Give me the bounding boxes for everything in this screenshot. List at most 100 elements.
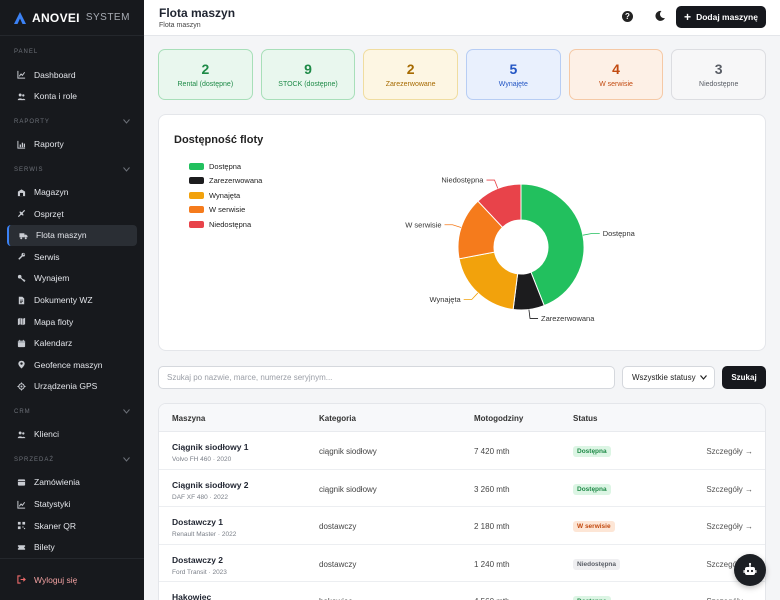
breadcrumb[interactable]: Flota maszyn bbox=[159, 22, 201, 29]
search-button[interactable]: Szukaj bbox=[722, 366, 766, 389]
stat-value: 5 bbox=[509, 61, 518, 77]
legend-item[interactable]: Zarezerwowana bbox=[189, 174, 262, 189]
sidebar-item-osprzęt[interactable]: Osprzęt bbox=[7, 203, 137, 224]
details-link[interactable]: Szczegóły → bbox=[706, 447, 753, 456]
table-row[interactable]: Dostawczy 2 Ford Transit · 2023 dostawczy 1… bbox=[159, 545, 765, 582]
legend-swatch bbox=[189, 162, 204, 170]
stat-card[interactable]: 4 W serwisie bbox=[568, 49, 664, 100]
legend-label: W serwisie bbox=[209, 205, 246, 215]
sidebar-item-label: Raporty bbox=[34, 139, 64, 150]
logout-button[interactable]: Wyloguj się bbox=[7, 569, 137, 590]
sidebar-section-label[interactable]: SERWIS bbox=[0, 163, 144, 177]
legend-item[interactable]: W serwisie bbox=[189, 203, 262, 218]
sidebar-item-dokumenty-wz[interactable]: Dokumenty WZ bbox=[7, 290, 137, 311]
table-row[interactable]: Ciągnik siodłowy 2 DAF XF 480 · 2022 ciągn… bbox=[159, 470, 765, 507]
stat-card[interactable]: 3 Niedostępne bbox=[671, 49, 767, 100]
status-filter-select[interactable]: Wszystkie statusy bbox=[622, 366, 715, 389]
legend-item[interactable]: Niedostępna bbox=[189, 217, 262, 232]
sidebar-item-klienci[interactable]: Klienci bbox=[7, 424, 137, 445]
geofence-icon bbox=[17, 360, 26, 369]
sidebar-item-mapa-floty[interactable]: Mapa floty bbox=[7, 311, 137, 332]
help-icon[interactable]: ? bbox=[622, 11, 633, 22]
brand[interactable]: ANOVEI SYSTEM bbox=[0, 0, 144, 36]
table-row[interactable]: Ciągnik siodłowy 1 Volvo FH 460 · 2020 cią… bbox=[159, 432, 765, 470]
pie-leader-line bbox=[486, 179, 499, 189]
machine-hours: 1 240 mth bbox=[474, 559, 510, 569]
details-link[interactable]: Szczegóły → bbox=[706, 485, 753, 494]
section-label-text: SERWIS bbox=[14, 166, 44, 173]
sidebar-section-label[interactable]: CRM bbox=[0, 405, 144, 419]
machine-hours: 3 260 mth bbox=[474, 484, 510, 494]
machine-name: Ciągnik siodłowy 1 bbox=[172, 442, 249, 452]
status-badge: Dostępna bbox=[573, 446, 611, 457]
legend-item[interactable]: Wynajęta bbox=[189, 188, 262, 203]
table-body: Ciągnik siodłowy 1 Volvo FH 460 · 2020 cią… bbox=[159, 432, 765, 600]
pie-leader-line bbox=[444, 224, 462, 228]
moon-icon[interactable] bbox=[654, 10, 666, 22]
sidebar-section-label[interactable]: SPRZEDAŻ bbox=[0, 453, 144, 467]
assistant-bot-button[interactable] bbox=[734, 554, 766, 586]
sidebar-item-statystyki[interactable]: Statystyki bbox=[7, 494, 137, 515]
table-row[interactable]: Hakowiechakowiec4 560 mthDostępnaSzczegó… bbox=[159, 582, 765, 600]
users-icon bbox=[17, 92, 26, 101]
ticket-icon bbox=[17, 543, 26, 552]
sidebar-item-magazyn[interactable]: Magazyn bbox=[7, 182, 137, 203]
brand-name: ANOVEI bbox=[32, 10, 80, 25]
sidebar-item-konta-i-role[interactable]: Konta i role bbox=[7, 86, 137, 107]
section-label-text: PANEL bbox=[14, 49, 39, 55]
sidebar-section-label: PANEL bbox=[0, 45, 144, 59]
sidebar: ANOVEI SYSTEM PANEL Dashboard Konta i role… bbox=[0, 0, 144, 600]
sidebar-item-bilety[interactable]: Bilety bbox=[7, 537, 137, 558]
sidebar-item-kalendarz[interactable]: Kalendarz bbox=[7, 333, 137, 354]
table-header: Maszyna Kategoria Motogodziny Status bbox=[159, 404, 765, 432]
column-header[interactable]: Motogodziny bbox=[474, 414, 523, 423]
sidebar-item-geofence-maszyn[interactable]: Geofence maszyn bbox=[7, 354, 137, 375]
search-input[interactable] bbox=[158, 366, 615, 389]
sidebar-item-flota-maszyn[interactable]: Flota maszyn bbox=[7, 224, 137, 246]
fleet-availability-panel: Dostępność floty Dostępna Zarezerwowana Wy… bbox=[158, 114, 766, 351]
details-link[interactable]: Szczegóły → bbox=[706, 522, 753, 531]
stat-card[interactable]: 5 Wynajęte bbox=[466, 49, 561, 100]
legend-label: Niedostępna bbox=[209, 219, 252, 229]
machine-model: Ford Transit · 2023 bbox=[172, 568, 227, 576]
stat-label: Wynajęte bbox=[498, 81, 528, 88]
column-header[interactable]: Maszyna bbox=[172, 414, 205, 423]
sidebar-item-zamówienia[interactable]: Zamówienia bbox=[7, 472, 137, 493]
sidebar-item-label: Konta i role bbox=[34, 91, 77, 102]
legend-swatch bbox=[189, 191, 204, 199]
legend-item[interactable]: Dostępna bbox=[189, 159, 262, 174]
sidebar-item-label: Serwis bbox=[34, 251, 60, 262]
add-machine-button[interactable]: + Dodaj maszynę bbox=[676, 6, 766, 28]
sidebar-item-dashboard[interactable]: Dashboard bbox=[7, 64, 137, 85]
machine-category: dostawczy bbox=[319, 522, 357, 531]
sidebar-item-label: Bilety bbox=[34, 542, 55, 553]
sidebar-item-serwis[interactable]: Serwis bbox=[7, 246, 137, 267]
machine-name: Hakowiec bbox=[172, 592, 212, 600]
chart-line-icon bbox=[17, 500, 26, 509]
sidebar-item-skaner-qr[interactable]: Skaner QR bbox=[7, 515, 137, 536]
topbar: Flota maszyn Flota maszyn ? + Dodaj masz… bbox=[144, 0, 780, 36]
truck-icon bbox=[19, 231, 28, 240]
chevron-down-icon bbox=[123, 167, 130, 172]
plus-icon: + bbox=[684, 10, 692, 24]
chart-legend: Dostępna Zarezerwowana Wynajęta W serwisie N… bbox=[189, 159, 262, 232]
stat-value: 2 bbox=[406, 61, 415, 77]
sidebar-item-label: Klienci bbox=[34, 429, 60, 440]
stat-cards: 2 Rental (dostępne) 9 STOCK (dostępne) 2 Zare… bbox=[158, 49, 767, 100]
sidebar-item-raporty[interactable]: Raporty bbox=[7, 134, 137, 155]
availability-donut-chart: Dostępna Zarezerwowana Wynajęta W serwisie N… bbox=[405, 176, 635, 323]
column-header[interactable]: Status bbox=[573, 414, 597, 423]
pie-slice-wynajęta[interactable] bbox=[458, 251, 519, 311]
table-row[interactable]: Dostawczy 1 Renault Master · 2022 dostawcz… bbox=[159, 507, 765, 545]
section-label-text: CRM bbox=[14, 408, 31, 415]
bar-chart-icon bbox=[17, 140, 26, 149]
stat-value: 2 bbox=[201, 61, 210, 77]
stat-card[interactable]: 2 Zarezerwowane bbox=[363, 49, 459, 100]
machine-model: Renault Master · 2022 bbox=[172, 531, 237, 538]
stat-card[interactable]: 9 STOCK (dostępne) bbox=[260, 49, 356, 100]
sidebar-item-urządzenia-gps[interactable]: Urządzenia GPS bbox=[7, 376, 137, 397]
stat-card[interactable]: 2 Rental (dostępne) bbox=[158, 49, 253, 100]
column-header[interactable]: Kategoria bbox=[319, 414, 356, 423]
sidebar-item-wynajem[interactable]: Wynajem bbox=[7, 268, 137, 289]
sidebar-section-label[interactable]: RAPORTY bbox=[0, 115, 144, 129]
